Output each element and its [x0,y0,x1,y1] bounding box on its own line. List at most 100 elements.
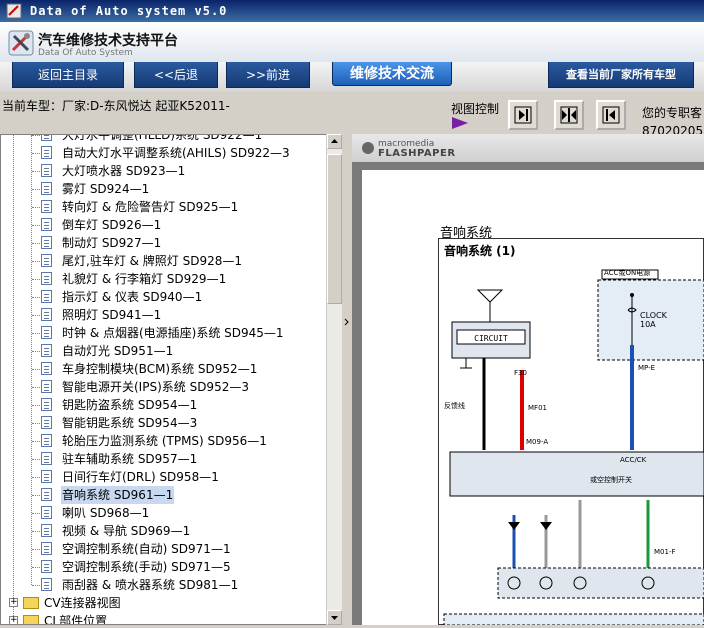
document-icon [41,470,52,483]
tree-connector [32,441,40,442]
back-to-main-button[interactable]: 返回主目录 [12,62,124,88]
back-button[interactable]: <<后退 [134,62,218,88]
arrow-left-bar-icon [602,106,620,124]
tree-item[interactable]: 视频 & 导航 SD969—1 [1,522,327,540]
tree-connector [32,351,40,352]
tree-item-label: 尾灯,驻车灯 & 牌照灯 SD928—1 [62,254,243,268]
document-icon [41,290,52,303]
wiring-schematic: CIRCUIT ACC或ON电源 CLOCK 10A F30 MF01 M09-… [443,268,704,625]
tree-item[interactable]: 空调控制系统(自动) SD971—1 [1,540,327,558]
all-vehicles-button[interactable]: 查看当前厂家所有车型 [548,62,694,88]
forward-button[interactable]: >>前进 [226,62,310,88]
tree-item-label: 照明灯 SD941—1 [62,308,162,322]
tree-item[interactable]: 尾灯,驻车灯 & 牌照灯 SD928—1 [1,252,327,270]
tree-item-label: 空调控制系统(自动) SD971—1 [62,542,231,556]
tree-item[interactable]: 智能钥匙系统 SD954—3 [1,414,327,432]
tree-item[interactable]: 制动灯 SD927—1 [1,234,327,252]
expert-contact-line1: 您的专职客 [642,106,703,120]
document-tree[interactable]: 大灯水平调整(HLLD)系统 SD922—1 自动大灯水平调整系统(AHILS) … [0,134,342,625]
document-icon [41,182,52,195]
tree-item[interactable]: 雾灯 SD924—1 [1,180,327,198]
tree-item[interactable]: 自动灯光 SD951—1 [1,342,327,360]
tree-item[interactable]: 大灯喷水器 SD923—1 [1,162,327,180]
tree-connector [32,387,40,388]
conn-m01f: M01-F [654,548,676,556]
tree-item-label: 礼貌灯 & 行李箱灯 SD929—1 [62,272,227,286]
document-icon [41,218,52,231]
tree-connector [32,225,40,226]
tree-connector [32,315,40,316]
app-icon [6,3,22,19]
expand-plus-icon[interactable]: + [9,598,18,607]
tree-item-label: 制动灯 SD927—1 [62,236,162,250]
tree-item[interactable]: 大灯水平调整(HLLD)系统 SD922—1 [1,134,327,144]
tree-item[interactable]: 日间行车灯(DRL) SD958—1 [1,468,327,486]
view-split-button[interactable] [554,100,584,130]
document-icon [41,272,52,285]
tree-connector [32,513,40,514]
tree-item[interactable]: 音响系统 SD961—1 [1,486,327,504]
nav-toolbar: 返回主目录 <<后退 >>前进 维修技术交流 查看当前厂家所有车型 [0,62,704,93]
fuse-label: 10A [640,320,656,329]
tree-item[interactable]: 礼貌灯 & 行李箱灯 SD929—1 [1,270,327,288]
scroll-thumb[interactable] [327,154,342,304]
document-icon [41,560,52,573]
tree-item-label: 视频 & 导航 SD969—1 [62,524,191,538]
tree-item[interactable]: 车身控制模块(BCM)系统 SD952—1 [1,360,327,378]
pane-splitter[interactable] [342,134,352,625]
tree-item[interactable]: 照明灯 SD941—1 [1,306,327,324]
tree-item[interactable]: 转向灯 & 危险警告灯 SD925—1 [1,198,327,216]
expand-plus-icon[interactable]: + [9,616,18,624]
tree-item-label: 智能电源开关(IPS)系统 SD952—3 [62,380,249,394]
tree-item-label: 自动灯光 SD951—1 [62,344,174,358]
document-icon [41,488,52,501]
conn-m09a: M09-A [526,438,548,446]
flashpaper-viewer[interactable]: macromedia FLASHPAPER 音响系统 音响系统 (1) CIRC… [352,134,704,625]
document-icon [41,524,52,537]
tree-item[interactable]: 指示灯 & 仪表 SD940—1 [1,288,327,306]
tree-item-label: 大灯水平调整(HLLD)系统 SD922—1 [62,134,263,142]
pointer-flag-icon [452,117,468,129]
tree-connector [32,531,40,532]
current-vehicle-label: 当前车型：厂家:D-东风悦达 起亚K52011- [2,99,230,113]
caret-down-icon [331,616,338,620]
tree-item[interactable]: 轮胎压力监测系统 (TPMS) SD956—1 [1,432,327,450]
tree-connector [32,261,40,262]
view-expand-left-button[interactable] [596,100,626,130]
tree-item[interactable]: 钥匙防盗系统 SD954—1 [1,396,327,414]
tree-scrollbar[interactable] [326,134,342,625]
status-bar: 当前车型：厂家:D-东风悦达 起亚K52011- 视图控制 您的专职客 8702… [0,92,704,138]
tree-item[interactable]: 时钟 & 点烟器(电源插座)系统 SD945—1 [1,324,327,342]
tree-connector [32,423,40,424]
tree-item[interactable]: 自动大灯水平调整系统(AHILS) SD922—3 [1,144,327,162]
tree-item-label: 轮胎压力监测系统 (TPMS) SD956—1 [62,434,267,448]
view-expand-right-button[interactable] [508,100,538,130]
tree-item[interactable]: 空调控制系统(手动) SD971—5 [1,558,327,576]
document-icon [41,254,52,267]
tree-item[interactable]: 智能电源开关(IPS)系统 SD952—3 [1,378,327,396]
tree-folder[interactable]: + CL部件位置 [1,612,327,624]
tree-item-label: 钥匙防盗系统 SD954—1 [62,398,198,412]
window-title: Data of Auto system v5.0 [30,4,228,18]
conn-mpe: MP-E [638,364,655,372]
scroll-up-button[interactable] [327,134,342,149]
document-icon [41,236,52,249]
tree-connector [32,405,40,406]
tree-item[interactable]: 驻车辅助系统 SD957—1 [1,450,327,468]
header-title: 汽车维修技术支持平台 [38,33,178,49]
tech-exchange-button[interactable]: 维修技术交流 [332,62,452,86]
document-icon [41,506,52,519]
tree-connector [32,585,40,586]
circuit-label: CIRCUIT [474,334,508,343]
tree-item[interactable]: 倒车灯 SD926—1 [1,216,327,234]
control-switch-label: 或空控制开关 [590,475,632,484]
document-icon [41,164,52,177]
tree-item-label: 日间行车灯(DRL) SD958—1 [62,470,219,484]
scroll-down-button[interactable] [327,610,342,625]
tree-item[interactable]: 喇叭 SD968—1 [1,504,327,522]
tree-item-label: 转向灯 & 危险警告灯 SD925—1 [62,200,239,214]
tree-folder[interactable]: + CV连接器视图 [1,594,327,612]
tree-item[interactable]: 雨刮器 & 喷水器系统 SD981—1 [1,576,327,594]
tree-connector [32,243,40,244]
document-icon [41,416,52,429]
